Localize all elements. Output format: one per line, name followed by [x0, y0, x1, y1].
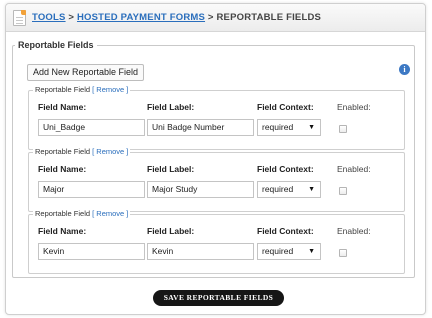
field-context-value: required [262, 122, 294, 132]
chevron-down-icon: ▼ [308, 248, 315, 255]
reportable-field-legend-label: Reportable Field [35, 147, 91, 156]
enabled-label: Enabled: [337, 226, 371, 236]
page-header: TOOLS > HOSTED PAYMENT FORMS > REPORTABL… [6, 4, 425, 32]
enabled-checkbox[interactable] [339, 187, 347, 195]
field-context-label: Field Context: [257, 102, 314, 112]
field-label-input[interactable]: Uni Badge Number [147, 119, 254, 136]
reportable-field-legend: Reportable Field [ Remove ] [33, 85, 131, 94]
enabled-label: Enabled: [337, 102, 371, 112]
field-name-label: Field Name: [38, 164, 87, 174]
add-new-reportable-field-button[interactable]: Add New Reportable Field [27, 64, 145, 81]
remove-link[interactable]: [ Remove ] [92, 85, 128, 94]
breadcrumb-hosted-payment-forms-link[interactable]: HOSTED PAYMENT FORMS [77, 12, 205, 23]
reportable-field-legend-label: Reportable Field [35, 85, 91, 94]
field-label-label: Field Label: [147, 226, 195, 236]
field-name-input[interactable]: Major [38, 181, 145, 198]
field-name-input[interactable]: Kevin [38, 243, 145, 260]
remove-link[interactable]: [ Remove ] [92, 209, 128, 218]
breadcrumb: TOOLS > HOSTED PAYMENT FORMS > REPORTABL… [32, 12, 321, 23]
field-label-label: Field Label: [147, 164, 195, 174]
chevron-down-icon: ▼ [308, 186, 315, 193]
enabled-checkbox[interactable] [339, 249, 347, 257]
field-label-input[interactable]: Kevin [147, 243, 254, 260]
field-context-select[interactable]: required ▼ [257, 243, 321, 260]
field-context-value: required [262, 246, 294, 256]
save-reportable-fields-button[interactable]: SAVE REPORTABLE FIELDS [153, 290, 284, 306]
breadcrumb-tools-link[interactable]: TOOLS [32, 12, 66, 23]
field-context-label: Field Context: [257, 164, 314, 174]
info-icon[interactable]: i [399, 64, 410, 75]
breadcrumb-separator: > [68, 12, 75, 23]
reportable-field-legend-label: Reportable Field [35, 209, 91, 218]
breadcrumb-separator: > [207, 12, 214, 23]
field-context-select[interactable]: required ▼ [257, 119, 321, 136]
chevron-down-icon: ▼ [308, 124, 315, 131]
field-context-select[interactable]: required ▼ [257, 181, 321, 198]
reportable-field-group: Reportable Field [ Remove ] Field Name: … [28, 147, 405, 212]
field-label-label: Field Label: [147, 102, 195, 112]
field-context-value: required [262, 184, 294, 194]
field-context-label: Field Context: [257, 226, 314, 236]
field-label-input[interactable]: Major Study [147, 181, 254, 198]
remove-link[interactable]: [ Remove ] [92, 147, 128, 156]
document-icon [13, 10, 26, 26]
field-name-label: Field Name: [38, 226, 87, 236]
reportable-field-legend: Reportable Field [ Remove ] [33, 147, 131, 156]
reportable-fields-legend: Reportable Fields [15, 40, 97, 50]
field-name-input[interactable]: Uni_Badge [38, 119, 145, 136]
reportable-field-group: Reportable Field [ Remove ] Field Name: … [28, 209, 405, 274]
enabled-checkbox[interactable] [339, 125, 347, 133]
breadcrumb-current: REPORTABLE FIELDS [216, 12, 322, 23]
reportable-field-group: Reportable Field [ Remove ] Field Name: … [28, 85, 405, 150]
reportable-field-legend: Reportable Field [ Remove ] [33, 209, 131, 218]
enabled-label: Enabled: [337, 164, 371, 174]
field-name-label: Field Name: [38, 102, 87, 112]
